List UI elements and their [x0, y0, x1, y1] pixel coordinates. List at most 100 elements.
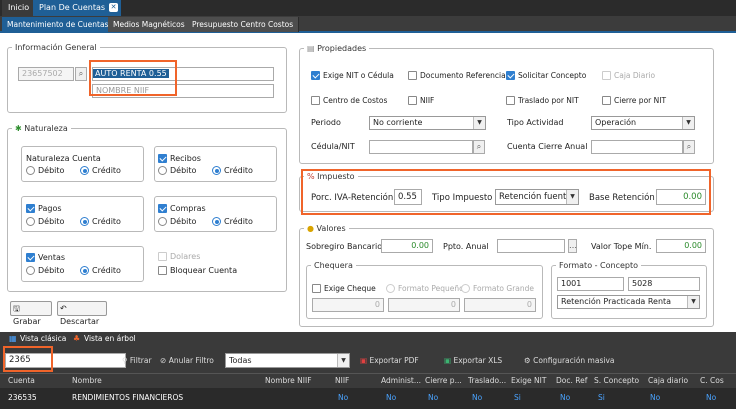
col-doc-ref[interactable]: Doc. Ref [556, 376, 587, 385]
cell-nombre: RENDIMIENTOS FINANCIEROS [72, 393, 184, 402]
pagos-credito-radio[interactable] [80, 217, 89, 226]
exige-nit-checkbox[interactable] [311, 71, 320, 80]
tab-vista-clasica[interactable]: ▦ Vista clásica [6, 332, 70, 346]
anular-filtro-button[interactable]: ⊘ Anular Filtro [160, 356, 214, 365]
nat-cuenta-debito-radio[interactable] [26, 166, 35, 175]
formato-grande-radio[interactable] [461, 284, 470, 293]
centro-costos-checkbox[interactable] [311, 96, 320, 105]
cell-caja-diario: No [650, 393, 661, 402]
compras-checkbox[interactable] [158, 204, 167, 213]
recibos-credito-radio[interactable] [212, 166, 221, 175]
sobregiro-input[interactable]: 0.00 [381, 239, 433, 253]
periodo-value: No corriente [373, 118, 423, 127]
niif-checkbox[interactable] [408, 96, 417, 105]
doc-ref-checkbox[interactable] [408, 71, 417, 80]
col-cierre[interactable]: Cierre p... [425, 376, 462, 385]
config-masiva-button[interactable]: ⚙ Configuración masiva [524, 356, 614, 365]
col-niif[interactable]: NIIF [335, 376, 349, 385]
grabar-button[interactable]: 🖫 Grabar [10, 301, 52, 326]
tab-vista-arbol[interactable]: ♣ Vista en árbol [70, 332, 140, 346]
cell-administ: No [386, 393, 397, 402]
exige-cheque-checkbox[interactable] [312, 284, 321, 293]
col-administ[interactable]: Administ... [381, 376, 421, 385]
solicitar-concepto-checkbox[interactable] [506, 71, 515, 80]
highlight-box-search [3, 346, 53, 372]
todas-select[interactable]: Todas ▼ [225, 353, 350, 368]
subtab-mantenimiento[interactable]: Mantenimiento de Cuentas [2, 17, 115, 32]
export-pdf-button[interactable]: ▣ Exportar PDF [360, 356, 419, 365]
ppto-anual-label: Ppto. Anual [443, 242, 489, 251]
ellipsis-button[interactable]: … [568, 239, 577, 253]
filtrar-button[interactable]: ⚲ Filtrar [122, 356, 152, 365]
search-icon[interactable]: ⌕ [683, 140, 695, 154]
export-xls-button[interactable]: ▣ Exportar XLS [444, 356, 502, 365]
ventas-box [21, 246, 144, 282]
account-code-input[interactable]: 23657502 [18, 67, 74, 81]
descartar-button[interactable]: ↶ Descartar [57, 301, 107, 326]
nat-cuenta-credito-label: Crédito [92, 166, 121, 175]
col-cuenta[interactable]: Cuenta [8, 376, 35, 385]
col-nombre[interactable]: Nombre [72, 376, 102, 385]
pagos-checkbox[interactable] [26, 204, 35, 213]
tab-plan-de-cuentas[interactable]: Plan De Cuentas ✕ [33, 0, 122, 16]
cell-traslado: No [472, 393, 483, 402]
caja-diario-checkbox[interactable] [602, 71, 611, 80]
cheque-field-1[interactable]: 0 [312, 298, 384, 312]
dolares-checkbox[interactable] [158, 252, 167, 261]
col-traslado[interactable]: Traslado... [468, 376, 506, 385]
compras-debito-radio[interactable] [158, 217, 167, 226]
coins-icon: ● [307, 224, 314, 233]
chevron-down-icon: ▼ [473, 117, 485, 129]
tree-icon: ♣ [73, 334, 81, 343]
compras-credito-radio[interactable] [212, 217, 221, 226]
subtab-medios[interactable]: Medios Magnéticos [108, 17, 191, 32]
ventas-checkbox[interactable] [26, 253, 35, 262]
cell-niif: No [338, 393, 349, 402]
concepto-select[interactable]: Retención Practicada Renta ▼ [557, 295, 700, 309]
ppto-anual-input[interactable] [497, 239, 565, 253]
ventas-debito-radio[interactable] [26, 266, 35, 275]
formato-code-1[interactable]: 1001 [557, 277, 624, 291]
pagos-credito-label: Crédito [92, 217, 121, 226]
tipo-actividad-select[interactable]: Operación ▼ [591, 116, 695, 130]
col-caja-diario[interactable]: Caja diario [648, 376, 688, 385]
subtab-presupuesto[interactable]: Presupuesto Centro Costos [187, 17, 300, 32]
formato-pequeno-radio[interactable] [386, 284, 395, 293]
search-icon[interactable]: ⌕ [473, 140, 485, 154]
formato-code-2[interactable]: 5028 [628, 277, 700, 291]
cedula-nit-input[interactable] [369, 140, 473, 154]
compras-debito-label: Débito [170, 217, 197, 226]
doc-ref-label: Documento Referencia [420, 71, 506, 80]
traslado-nit-checkbox[interactable] [506, 96, 515, 105]
exige-cheque-label: Exige Cheque [324, 284, 376, 293]
table-icon: ▦ [9, 334, 17, 343]
ventas-credito-radio[interactable] [80, 266, 89, 275]
periodo-select[interactable]: No corriente ▼ [369, 116, 486, 130]
concepto-value: Retención Practicada Renta [561, 297, 672, 306]
cierre-nit-label: Cierre por NIT [614, 96, 667, 105]
pagos-box [21, 196, 144, 232]
propiedades-title: Propiedades [317, 44, 367, 53]
bloquear-checkbox[interactable] [158, 266, 167, 275]
xls-icon: ▣ [444, 356, 452, 365]
col-exige-nit[interactable]: Exige NIT [511, 376, 546, 385]
cheque-field-3[interactable]: 0 [464, 298, 536, 312]
search-icon[interactable]: ⌕ [75, 67, 87, 81]
recibos-debito-radio[interactable] [158, 166, 167, 175]
valores-legend: ● Valores [304, 224, 349, 233]
col-nombre-niif[interactable]: Nombre NIIF [265, 376, 312, 385]
config-masiva-label: Configuración masiva [533, 356, 615, 365]
tab-inicio[interactable]: Inicio [2, 0, 36, 16]
pdf-icon: ▣ [360, 356, 368, 365]
col-s-concepto[interactable]: S. Concepto [594, 376, 639, 385]
col-c-cos[interactable]: C. Cos [700, 376, 724, 385]
nat-cuenta-credito-radio[interactable] [80, 166, 89, 175]
tipo-actividad-value: Operación [595, 118, 637, 127]
cuenta-cierre-input[interactable] [591, 140, 683, 154]
recibos-checkbox[interactable] [158, 154, 167, 163]
close-icon[interactable]: ✕ [109, 3, 119, 12]
valor-tope-input[interactable]: 0.00 [656, 239, 706, 253]
pagos-debito-radio[interactable] [26, 217, 35, 226]
cierre-nit-checkbox[interactable] [602, 96, 611, 105]
cheque-field-2[interactable]: 0 [388, 298, 460, 312]
